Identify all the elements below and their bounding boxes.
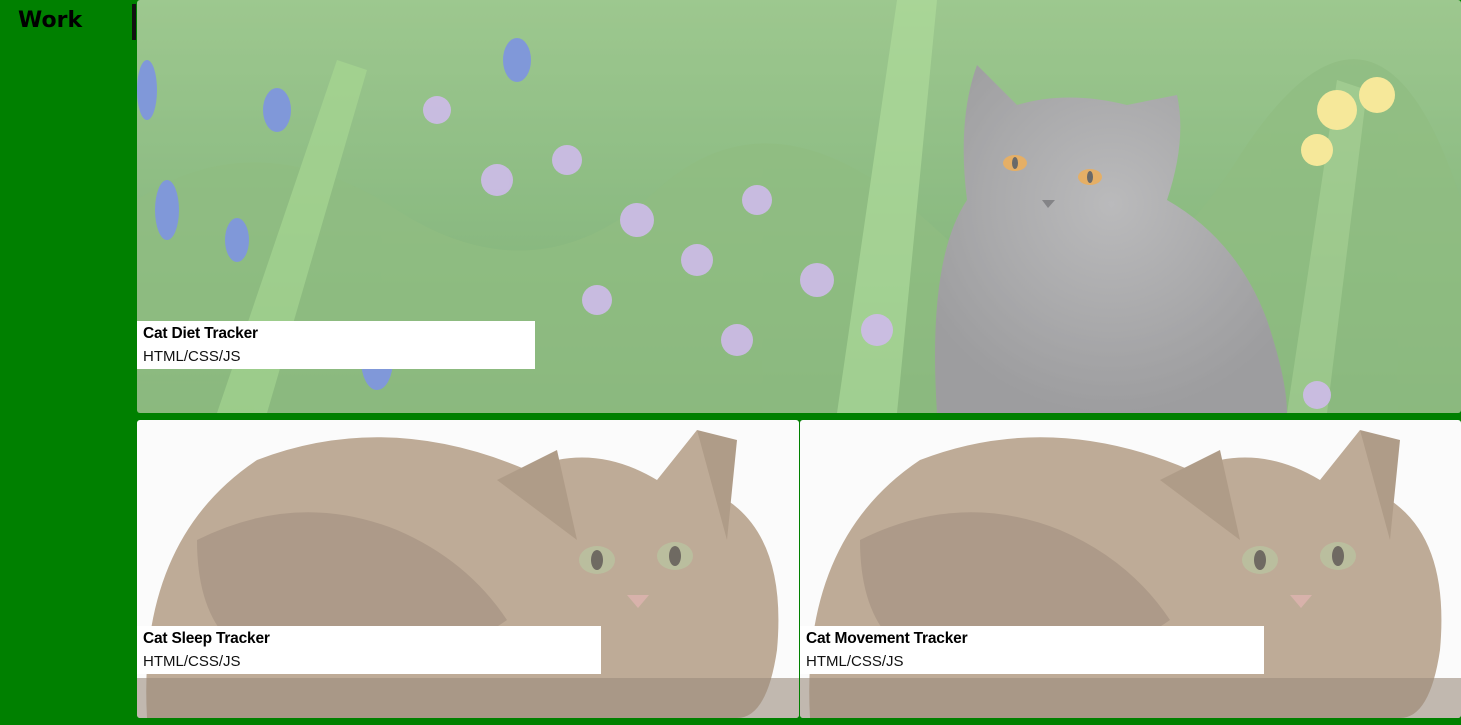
project-tile-sleep[interactable]: Cat Sleep Tracker HTML/CSS/JS bbox=[137, 420, 799, 718]
project-title: Cat Movement Tracker bbox=[806, 630, 968, 647]
project-title: Cat Diet Tracker bbox=[143, 325, 258, 342]
project-tech: HTML/CSS/JS bbox=[143, 348, 241, 365]
project-caption: Cat Movement Tracker HTML/CSS/JS bbox=[800, 626, 1264, 674]
section-title: Work bbox=[18, 8, 83, 33]
project-caption: Cat Diet Tracker HTML/CSS/JS bbox=[137, 321, 535, 369]
project-tile-movement[interactable]: Cat Movement Tracker HTML/CSS/JS bbox=[800, 420, 1461, 718]
project-title: Cat Sleep Tracker bbox=[143, 630, 270, 647]
page: Work Cat Diet Tracker HTML/CSS/JS Cat Sl… bbox=[0, 0, 1461, 725]
project-caption: Cat Sleep Tracker HTML/CSS/JS bbox=[137, 626, 601, 674]
title-accent-bar bbox=[132, 4, 136, 40]
project-tech: HTML/CSS/JS bbox=[806, 653, 904, 670]
project-tech: HTML/CSS/JS bbox=[143, 653, 241, 670]
project-tile-diet[interactable]: Cat Diet Tracker HTML/CSS/JS bbox=[137, 0, 1461, 413]
